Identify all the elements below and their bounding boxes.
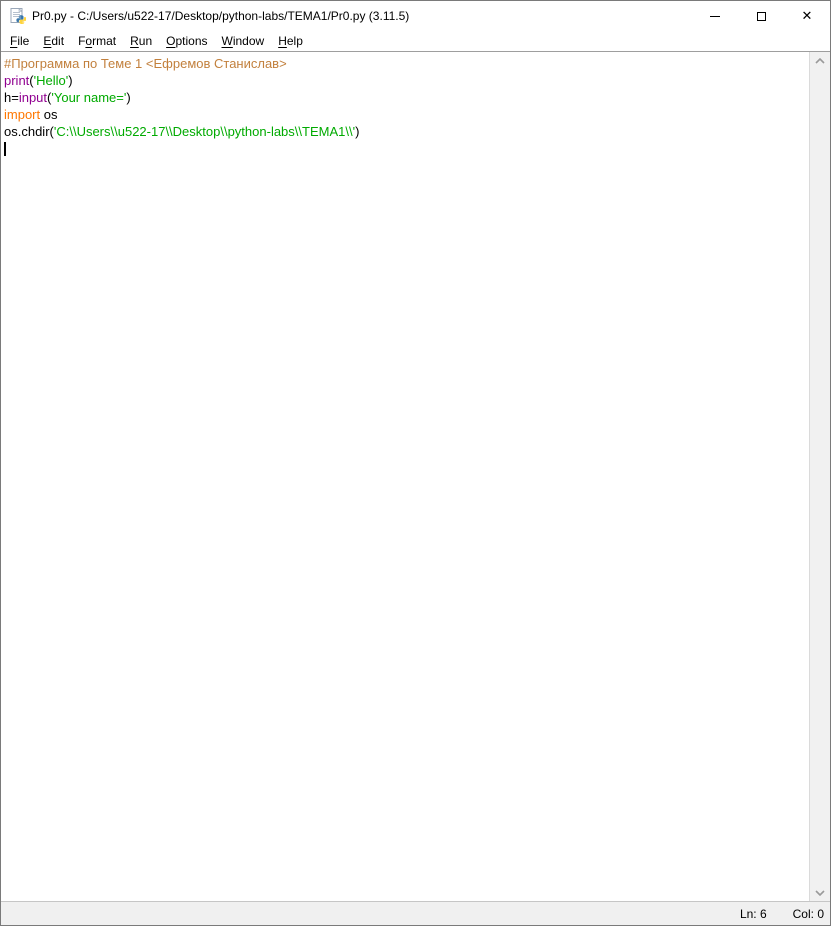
code-segment-string: 'C:\\Users\\u522-17\\Desktop\\python-lab… [54,124,355,139]
menu-format[interactable]: Format [71,32,123,51]
code-segment-plain: ) [126,90,130,105]
chevron-up-icon [815,58,825,64]
code-segment-comment: #Программа по Теме 1 <Ефремов Станислав> [4,56,287,71]
window-title: Pr0.py - C:/Users/u522-17/Desktop/python… [32,9,409,23]
code-segment-builtin: input [19,90,47,105]
vertical-scrollbar[interactable] [809,52,830,901]
column-indicator: Col: 0 [787,907,830,921]
menu-run[interactable]: Run [123,32,159,51]
code-segment-plain: ) [355,124,359,139]
code-segment-string: 'Your name=' [51,90,126,105]
chevron-down-icon [815,890,825,896]
code-line: import os [4,106,809,123]
python-file-icon [10,8,26,24]
status-bar: Ln: 6 Col: 0 [1,901,830,925]
code-line [4,140,809,157]
code-segment-plain: os.chdir( [4,124,54,139]
window-controls: ✕ [692,1,830,31]
code-segment-plain: ) [68,73,72,88]
title-bar: Pr0.py - C:/Users/u522-17/Desktop/python… [1,1,830,31]
close-icon: ✕ [802,10,813,23]
code-segment-keyword: import [4,107,40,122]
menu-bar: FileEditFormatRunOptionsWindowHelp [1,31,830,52]
menu-help[interactable]: Help [271,32,310,51]
code-segment-builtin: print [4,73,29,88]
maximize-icon [757,12,766,21]
line-indicator: Ln: 6 [734,907,773,921]
minimize-icon [710,16,720,17]
idle-editor-window: Pr0.py - C:/Users/u522-17/Desktop/python… [0,0,831,926]
code-segment-plain: h= [4,90,19,105]
code-segment-plain: os [40,107,57,122]
menu-options[interactable]: Options [159,32,214,51]
code-line: h=input('Your name=') [4,89,809,106]
menu-file[interactable]: File [3,32,36,51]
code-line: os.chdir('C:\\Users\\u522-17\\Desktop\\p… [4,123,809,140]
menu-window[interactable]: Window [215,32,272,51]
code-editor[interactable]: #Программа по Теме 1 <Ефремов Станислав>… [1,52,809,901]
code-line: #Программа по Теме 1 <Ефремов Станислав> [4,55,809,72]
window-body: #Программа по Теме 1 <Ефремов Станислав>… [1,52,830,901]
code-line: print('Hello') [4,72,809,89]
close-button[interactable]: ✕ [784,1,830,31]
text-cursor [4,142,6,156]
scroll-down-button[interactable] [810,884,830,901]
menu-edit[interactable]: Edit [36,32,71,51]
scroll-up-button[interactable] [810,52,830,69]
code-segment-string: 'Hello' [34,73,69,88]
maximize-button[interactable] [738,1,784,31]
minimize-button[interactable] [692,1,738,31]
